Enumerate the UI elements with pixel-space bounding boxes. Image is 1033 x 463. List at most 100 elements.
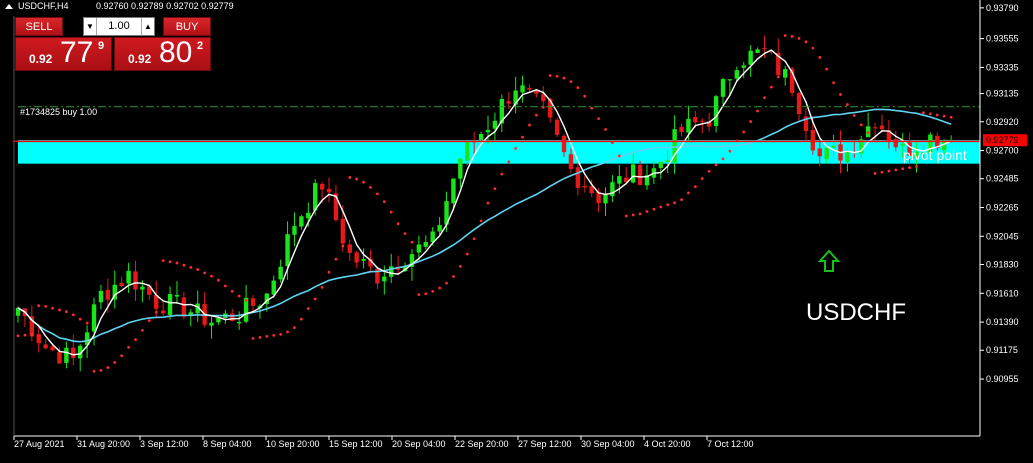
candle-body <box>140 286 145 290</box>
sar-dot <box>389 210 393 214</box>
sar-dot <box>562 76 566 80</box>
candle-body <box>119 283 124 287</box>
sar-dot <box>638 212 642 216</box>
candle <box>64 341 69 369</box>
candle <box>326 177 332 203</box>
candle-body <box>43 344 48 349</box>
sar-dot <box>223 284 227 288</box>
lot-size-field[interactable]: ▼ 1.00 ▲ <box>83 17 155 36</box>
sar-dot <box>106 366 110 369</box>
candle <box>637 160 643 186</box>
sar-dot <box>293 326 296 330</box>
sar-dot <box>127 345 130 349</box>
sell-price-button[interactable]: 0.92 77 9 <box>15 36 112 71</box>
candle-body <box>133 271 138 290</box>
sell-price-sup: 9 <box>98 40 105 52</box>
sar-dot <box>949 115 953 119</box>
sar-dot <box>175 261 179 265</box>
sar-dot <box>749 120 753 123</box>
candle-body <box>160 310 166 314</box>
candle-body <box>423 242 428 247</box>
candle <box>347 239 352 261</box>
lot-increase-icon[interactable]: ▲ <box>141 18 154 35</box>
buy-price-button[interactable]: 0.92 80 2 <box>114 36 211 71</box>
candle <box>458 158 463 188</box>
candle <box>513 76 518 114</box>
candle <box>119 276 124 288</box>
candle <box>520 75 525 103</box>
y-tick-label: 0.90955 <box>986 374 1019 384</box>
candle-body <box>520 85 525 93</box>
candle <box>748 45 753 77</box>
candle-body <box>361 259 366 261</box>
x-tick-label: 7 Oct 12:00 <box>707 439 754 449</box>
support-zone <box>18 140 980 164</box>
candle <box>292 212 297 247</box>
candle-body <box>174 294 180 297</box>
order-label: #1734825 buy 1.00 <box>20 107 97 117</box>
sar-dot <box>873 172 877 175</box>
sar-dot <box>652 207 656 211</box>
sar-dot <box>382 200 386 204</box>
sar-dot <box>64 310 68 314</box>
candle-body <box>326 188 332 193</box>
candle-body <box>354 252 359 263</box>
candle-body <box>762 48 767 50</box>
sar-dot <box>113 361 117 364</box>
sar-dot <box>617 154 621 158</box>
candle-body <box>693 116 698 123</box>
sar-dot <box>783 34 787 37</box>
candle <box>174 281 180 304</box>
candle <box>755 47 760 54</box>
sar-dot <box>624 214 628 218</box>
sar-dot <box>514 146 518 150</box>
x-tick-label: 3 Sep 12:00 <box>140 439 189 449</box>
sar-dot <box>576 86 580 90</box>
x-tick-label: 4 Oct 20:00 <box>644 439 691 449</box>
buy-price-big: 80 <box>159 36 193 69</box>
candle-body <box>299 216 304 227</box>
buy-price-small: 0.92 <box>128 52 152 66</box>
candle-body <box>582 185 587 188</box>
sar-dot <box>880 170 884 174</box>
sar-dot <box>320 285 324 289</box>
candle-body <box>872 127 878 129</box>
candle-body <box>665 160 670 163</box>
support-zone-layer <box>18 140 980 164</box>
sell-button[interactable]: SELL <box>15 17 63 36</box>
sar-dot <box>327 270 331 274</box>
candle <box>71 334 76 366</box>
sar-dot <box>272 333 276 337</box>
one-click-trading-panel: SELL ▼ 1.00 ▲ BUY 0.92 77 9 0.92 80 2 <box>15 15 211 72</box>
candle <box>783 65 788 86</box>
sar-dot <box>161 259 165 263</box>
sar-dot <box>479 219 483 223</box>
candle-body <box>658 161 663 168</box>
candle-body <box>783 69 788 78</box>
sar-dot <box>44 304 48 308</box>
candle <box>299 215 304 230</box>
candle-body <box>105 289 111 300</box>
sar-dot <box>396 222 400 226</box>
y-tick-label: 0.93135 <box>986 89 1019 99</box>
sar-dot <box>203 271 207 275</box>
candle-body <box>216 317 221 323</box>
sar-dot <box>866 131 870 134</box>
lot-decrease-icon[interactable]: ▼ <box>84 18 97 35</box>
sar-dot <box>355 177 359 181</box>
buy-button[interactable]: BUY <box>163 17 211 36</box>
sell-price-big: 77 <box>60 36 94 69</box>
candle-body <box>630 164 636 183</box>
candle-body <box>181 297 187 317</box>
candle-body <box>465 140 470 161</box>
sar-dot <box>286 330 289 334</box>
sar-dot <box>369 185 372 189</box>
collapse-arrow-icon[interactable] <box>5 4 13 9</box>
candle <box>720 77 726 105</box>
sar-dot <box>687 191 690 195</box>
candle-body <box>492 120 498 129</box>
sar-dot <box>935 113 939 117</box>
sar-dot <box>265 335 269 338</box>
sar-dot <box>279 332 283 336</box>
y-tick-label: 0.93335 <box>986 62 1019 72</box>
